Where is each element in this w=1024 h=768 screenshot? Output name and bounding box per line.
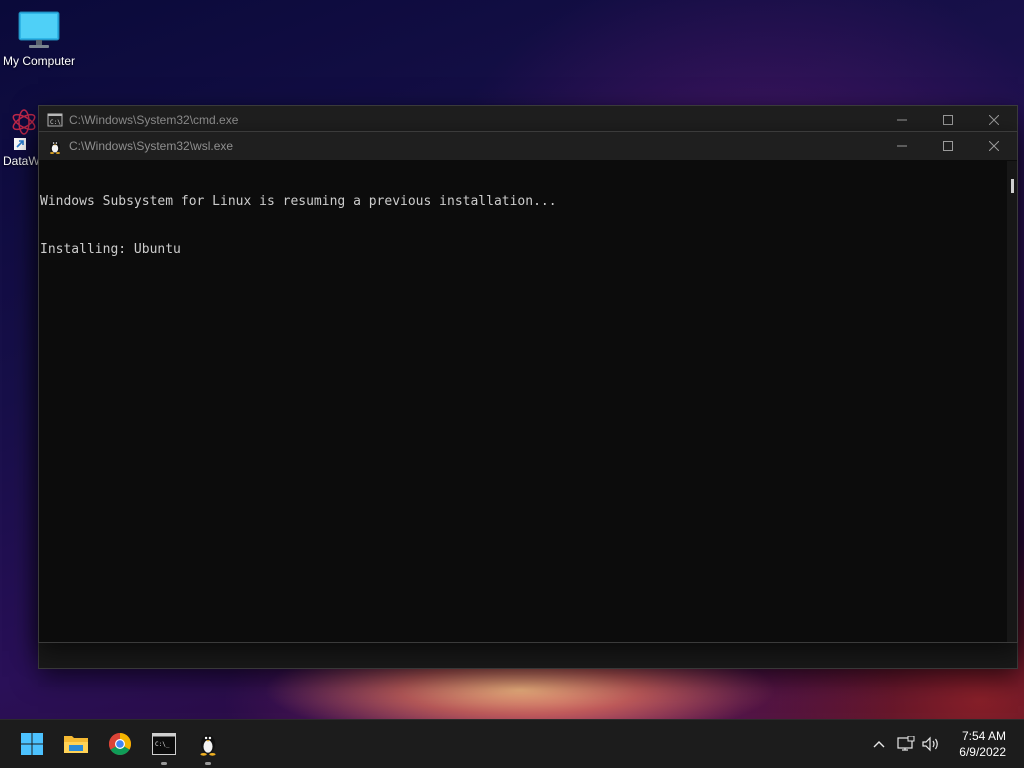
taskbar-file-explorer[interactable] bbox=[60, 728, 92, 760]
clock-date: 6/9/2022 bbox=[959, 745, 1006, 759]
windows-start-icon bbox=[21, 733, 43, 755]
wsl-titlebar[interactable]: C:\Windows\System32\wsl.exe bbox=[39, 132, 1017, 160]
cmd-titlebar[interactable]: C:\ C:\Windows\System32\cmd.exe bbox=[39, 106, 1017, 134]
start-button[interactable] bbox=[16, 728, 48, 760]
console-icon: C:\ bbox=[47, 113, 63, 127]
chrome-icon bbox=[109, 733, 131, 755]
maximize-icon bbox=[943, 141, 953, 151]
terminal-icon: C:\_ bbox=[152, 733, 176, 755]
window-title: C:\Windows\System32\wsl.exe bbox=[69, 139, 234, 153]
running-indicator bbox=[205, 762, 211, 765]
taskbar-wsl[interactable] bbox=[192, 728, 224, 765]
svg-text:C:\: C:\ bbox=[50, 119, 61, 126]
close-icon bbox=[989, 141, 999, 151]
close-button[interactable] bbox=[971, 106, 1017, 134]
scrollbar-thumb[interactable] bbox=[1011, 179, 1014, 193]
network-button[interactable] bbox=[896, 734, 916, 754]
desktop-icon-label: DataW bbox=[3, 154, 40, 168]
desktop-icon-dataw[interactable]: DataW bbox=[0, 108, 40, 168]
dataw-app-icon bbox=[12, 109, 36, 150]
minimize-icon bbox=[897, 119, 907, 121]
window-title: C:\Windows\System32\cmd.exe bbox=[69, 113, 239, 127]
console-line: Installing: Ubuntu bbox=[40, 242, 181, 257]
running-indicator bbox=[161, 762, 167, 765]
close-button[interactable] bbox=[971, 132, 1017, 160]
clock-time: 7:54 AM bbox=[961, 729, 1006, 743]
wsl-window[interactable]: C:\Windows\System32\wsl.exe Windows Subs… bbox=[38, 131, 1018, 643]
desktop-icon-my-computer[interactable]: My Computer bbox=[0, 10, 78, 68]
volume-icon bbox=[922, 736, 938, 752]
maximize-icon bbox=[943, 115, 953, 125]
file-explorer-icon bbox=[64, 736, 88, 753]
console-output[interactable]: Windows Subsystem for Linux is resuming … bbox=[39, 161, 1007, 642]
minimize-button[interactable] bbox=[879, 106, 925, 134]
minimize-icon bbox=[897, 145, 907, 147]
taskbar-terminal[interactable]: C:\_ bbox=[148, 728, 180, 765]
maximize-button[interactable] bbox=[925, 106, 971, 134]
chevron-up-icon bbox=[873, 741, 885, 748]
linux-penguin-icon bbox=[50, 141, 60, 154]
console-line: Windows Subsystem for Linux is resuming … bbox=[40, 194, 557, 209]
maximize-button[interactable] bbox=[925, 132, 971, 160]
linux-penguin-icon bbox=[200, 734, 216, 756]
close-icon bbox=[989, 115, 999, 125]
taskbar-clock[interactable]: 7:54 AM 6/9/2022 bbox=[959, 728, 1006, 760]
desktop-icon-label: My Computer bbox=[2, 54, 76, 68]
volume-button[interactable] bbox=[921, 734, 941, 754]
vertical-scrollbar[interactable] bbox=[1007, 161, 1017, 642]
minimize-button[interactable] bbox=[879, 132, 925, 160]
computer-monitor-icon bbox=[18, 11, 60, 48]
taskbar: C:\_ 7:54 AM 6/9/2022 bbox=[0, 719, 1024, 768]
show-hidden-icons-button[interactable] bbox=[869, 734, 889, 754]
taskbar-chrome[interactable] bbox=[104, 728, 136, 760]
network-icon bbox=[897, 736, 915, 751]
svg-text:C:\_: C:\_ bbox=[155, 741, 170, 748]
